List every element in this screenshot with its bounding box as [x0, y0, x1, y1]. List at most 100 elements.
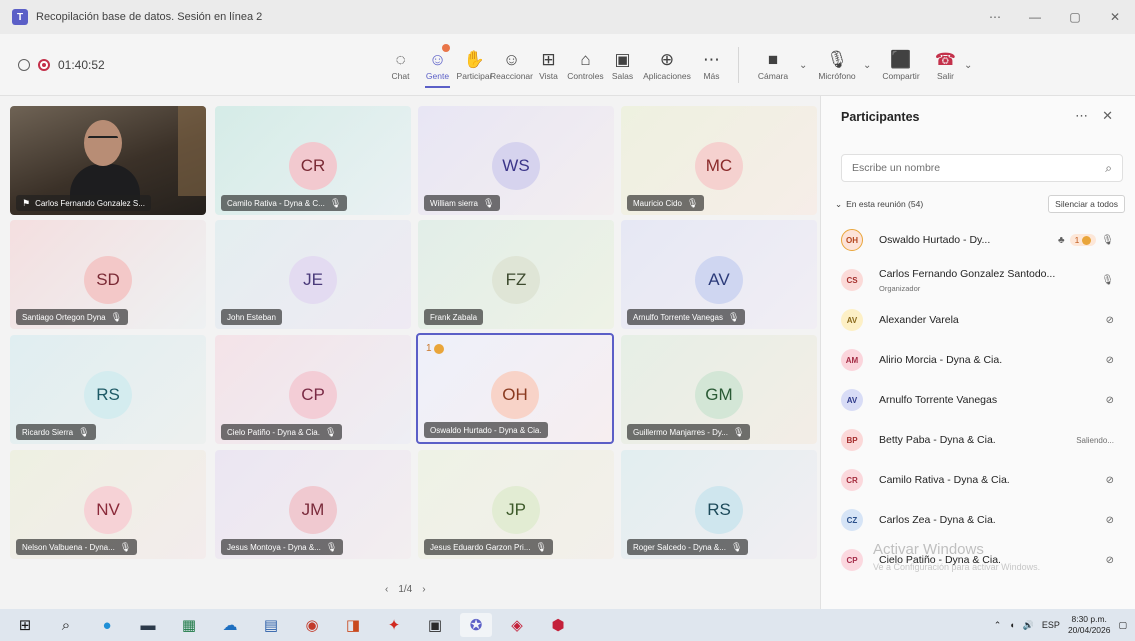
microphone-icon[interactable]: 🎙: [1101, 235, 1114, 246]
apps-button[interactable]: ⊕ Aplicaciones: [641, 34, 693, 96]
microphone-icon[interactable]: 🎙: [1101, 275, 1114, 286]
mute-all-button[interactable]: Silenciar a todos: [1048, 195, 1125, 213]
panel-title: Participantes: [841, 110, 920, 124]
avatar: MC: [695, 142, 743, 190]
windows-taskbar: ⊞ ⌕ ● ▬ ▦ ☁ ▤ ◉ ◨ ✦ ▣ ✪ ◈ ⬢ ⌃ ◖ 🔊 ESP 8:…: [0, 609, 1135, 641]
minimize-button[interactable]: —: [1015, 10, 1055, 24]
participant-row[interactable]: CR Camilo Rativa - Dyna & Cia. ⊘: [821, 460, 1135, 500]
share-screen-icon: ⬛: [890, 50, 912, 69]
microphone-off-icon: 🎙: [329, 197, 342, 208]
participant-tile[interactable]: JM Jesus Montoya - Dyna &... 🎙: [215, 450, 411, 559]
next-page-icon[interactable]: ›: [422, 584, 425, 595]
chevron-up-icon[interactable]: ⌃: [994, 620, 1002, 631]
powerpoint-icon[interactable]: ◨: [337, 613, 369, 637]
acrobat-icon[interactable]: ✦: [378, 613, 410, 637]
notifications-icon[interactable]: ▢: [1118, 620, 1127, 631]
react-button[interactable]: ☺ Reaccionar: [490, 34, 533, 96]
participant-tile[interactable]: GM Guillermo Manjarres - Dy... 🎙: [621, 335, 817, 444]
participant-tile[interactable]: JE John Esteban: [215, 220, 411, 329]
leaving-status: Saliendo...: [1076, 435, 1114, 445]
participant-video: [70, 114, 140, 204]
camera-options-chevron-icon[interactable]: ⌄: [799, 60, 811, 71]
controls-button[interactable]: ⌂ Controles: [567, 34, 604, 96]
calendar-app-icon[interactable]: ▣: [419, 613, 451, 637]
chevron-down-icon: ⌄: [835, 198, 843, 209]
participant-row[interactable]: BP Betty Paba - Dyna & Cia. Saliendo...: [821, 420, 1135, 460]
mic-button[interactable]: 🎙 Micrófono: [811, 34, 863, 96]
maximize-button[interactable]: ▢: [1055, 10, 1095, 24]
camera-button[interactable]: ■ Cámara: [747, 34, 799, 96]
participant-name-label: Ricardo Sierra 🎙: [16, 424, 96, 440]
participant-name-label: Frank Zabala: [424, 309, 484, 325]
participant-tile[interactable]: CP Cielo Patiño - Dyna & Cia. 🎙: [215, 335, 411, 444]
view-button[interactable]: ⊞ Vista: [530, 34, 567, 96]
prev-page-icon[interactable]: ‹: [385, 584, 388, 595]
rooms-button[interactable]: ▣ Salas: [604, 34, 641, 96]
mic-options-chevron-icon[interactable]: ⌄: [863, 60, 875, 71]
participant-row[interactable]: OH Oswaldo Hurtado - Dy... ♣ 1 🎙: [821, 220, 1135, 260]
participant-tile[interactable]: JP Jesus Eduardo Garzon Pri... 🎙: [418, 450, 614, 559]
volume-icon[interactable]: 🔊: [1023, 620, 1034, 631]
more-options-icon[interactable]: ⋯: [975, 10, 1015, 24]
microphone-off-icon[interactable]: ⊘: [1106, 395, 1114, 406]
microphone-off-icon[interactable]: ⊘: [1106, 315, 1114, 326]
avatar: SD: [84, 256, 132, 304]
participant-row[interactable]: AV Arnulfo Torrente Vanegas ⊘: [821, 380, 1135, 420]
participant-tile[interactable]: CR Camilo Rativa - Dyna & C... 🎙: [215, 106, 411, 215]
participant-tile[interactable]: RS Ricardo Sierra 🎙: [10, 335, 206, 444]
share-button[interactable]: ⬛ Compartir: [875, 34, 927, 96]
search-icon[interactable]: ⌕: [50, 613, 82, 637]
microphone-off-icon[interactable]: ⊘: [1106, 555, 1114, 566]
participant-tile[interactable]: NV Nelson Valbuena - Dyna... 🎙: [10, 450, 206, 559]
leave-button[interactable]: ☎ Salir: [927, 34, 964, 96]
participant-row[interactable]: CS Carlos Fernando Gonzalez Santodo... O…: [821, 260, 1135, 300]
participant-tile[interactable]: MC Mauricio Cido 🎙: [621, 106, 817, 215]
word-icon[interactable]: ▤: [255, 613, 287, 637]
chrome-icon[interactable]: ◉: [296, 613, 328, 637]
participant-name-label: Santiago Ortegon Dyna 🎙: [16, 309, 129, 325]
pdf-reader-icon[interactable]: ⬢: [542, 613, 574, 637]
active-speaker-tile[interactable]: 1 OH Oswaldo Hurtado - Dyna & Cia.: [416, 333, 614, 444]
participant-row[interactable]: CZ Carlos Zea - Dyna & Cia. ⊘: [821, 500, 1135, 540]
panel-close-icon[interactable]: ✕: [1102, 108, 1113, 124]
microphone-off-icon[interactable]: ⊘: [1106, 475, 1114, 486]
participant-name-label: Jesus Montoya - Dyna &... 🎙: [221, 539, 344, 555]
leave-options-chevron-icon[interactable]: ⌄: [964, 60, 976, 71]
excel-icon[interactable]: ▦: [173, 613, 205, 637]
avatar: AV: [841, 309, 863, 331]
participant-tile[interactable]: FZ Frank Zabala: [418, 220, 614, 329]
participant-tile[interactable]: WS William sierra 🎙: [418, 106, 614, 215]
network-icon[interactable]: ◖: [1009, 620, 1014, 630]
avatar: GM: [695, 371, 743, 419]
avatar: JP: [492, 486, 540, 534]
windows-start-icon[interactable]: ⊞: [9, 613, 41, 637]
mcafee-icon[interactable]: ◈: [501, 613, 533, 637]
video-grid: ⚑ Carlos Fernando Gonzalez S... CR Camilo…: [0, 96, 820, 609]
in-meeting-section[interactable]: ⌄ En esta reunión (54) Silenciar a todos: [835, 195, 1125, 213]
participant-search-input[interactable]: Escribe un nombre ⌕: [841, 154, 1123, 182]
panel-more-icon[interactable]: ⋯: [1075, 108, 1088, 124]
participant-row[interactable]: AM Alirio Morcia - Dyna & Cia. ⊘: [821, 340, 1135, 380]
people-icon: ☺: [428, 50, 447, 69]
language-indicator[interactable]: ESP: [1042, 620, 1060, 630]
participant-row[interactable]: AV Alexander Varela ⊘: [821, 300, 1135, 340]
participant-tile[interactable]: RS Roger Salcedo - Dyna &... 🎙: [621, 450, 817, 559]
participant-tile[interactable]: SD Santiago Ortegon Dyna 🎙: [10, 220, 206, 329]
avatar: CR: [841, 469, 863, 491]
people-button[interactable]: ☺ Gente: [419, 34, 456, 96]
participant-video-tile[interactable]: ⚑ Carlos Fernando Gonzalez S...: [10, 106, 206, 215]
participant-name-label: Nelson Valbuena - Dyna... 🎙: [16, 539, 138, 555]
file-explorer-icon[interactable]: ▬: [132, 613, 164, 637]
participant-tile[interactable]: AV Arnulfo Torrente Vanegas 🎙: [621, 220, 817, 329]
raise-hand-button[interactable]: ✋ Participar: [456, 34, 493, 96]
microphone-off-icon[interactable]: ⊘: [1106, 515, 1114, 526]
onedrive-icon[interactable]: ☁: [214, 613, 246, 637]
taskbar-clock[interactable]: 8:30 p.m. 20/04/2026: [1068, 614, 1111, 636]
teams-taskbar-icon[interactable]: ✪: [460, 613, 492, 637]
chat-button[interactable]: ◌ Chat: [382, 34, 419, 96]
chat-icon: ◌: [395, 50, 406, 69]
more-button[interactable]: ⋯ Más: [693, 34, 730, 96]
edge-browser-icon[interactable]: ●: [91, 613, 123, 637]
microphone-off-icon[interactable]: ⊘: [1106, 355, 1114, 366]
close-button[interactable]: ✕: [1095, 10, 1135, 24]
